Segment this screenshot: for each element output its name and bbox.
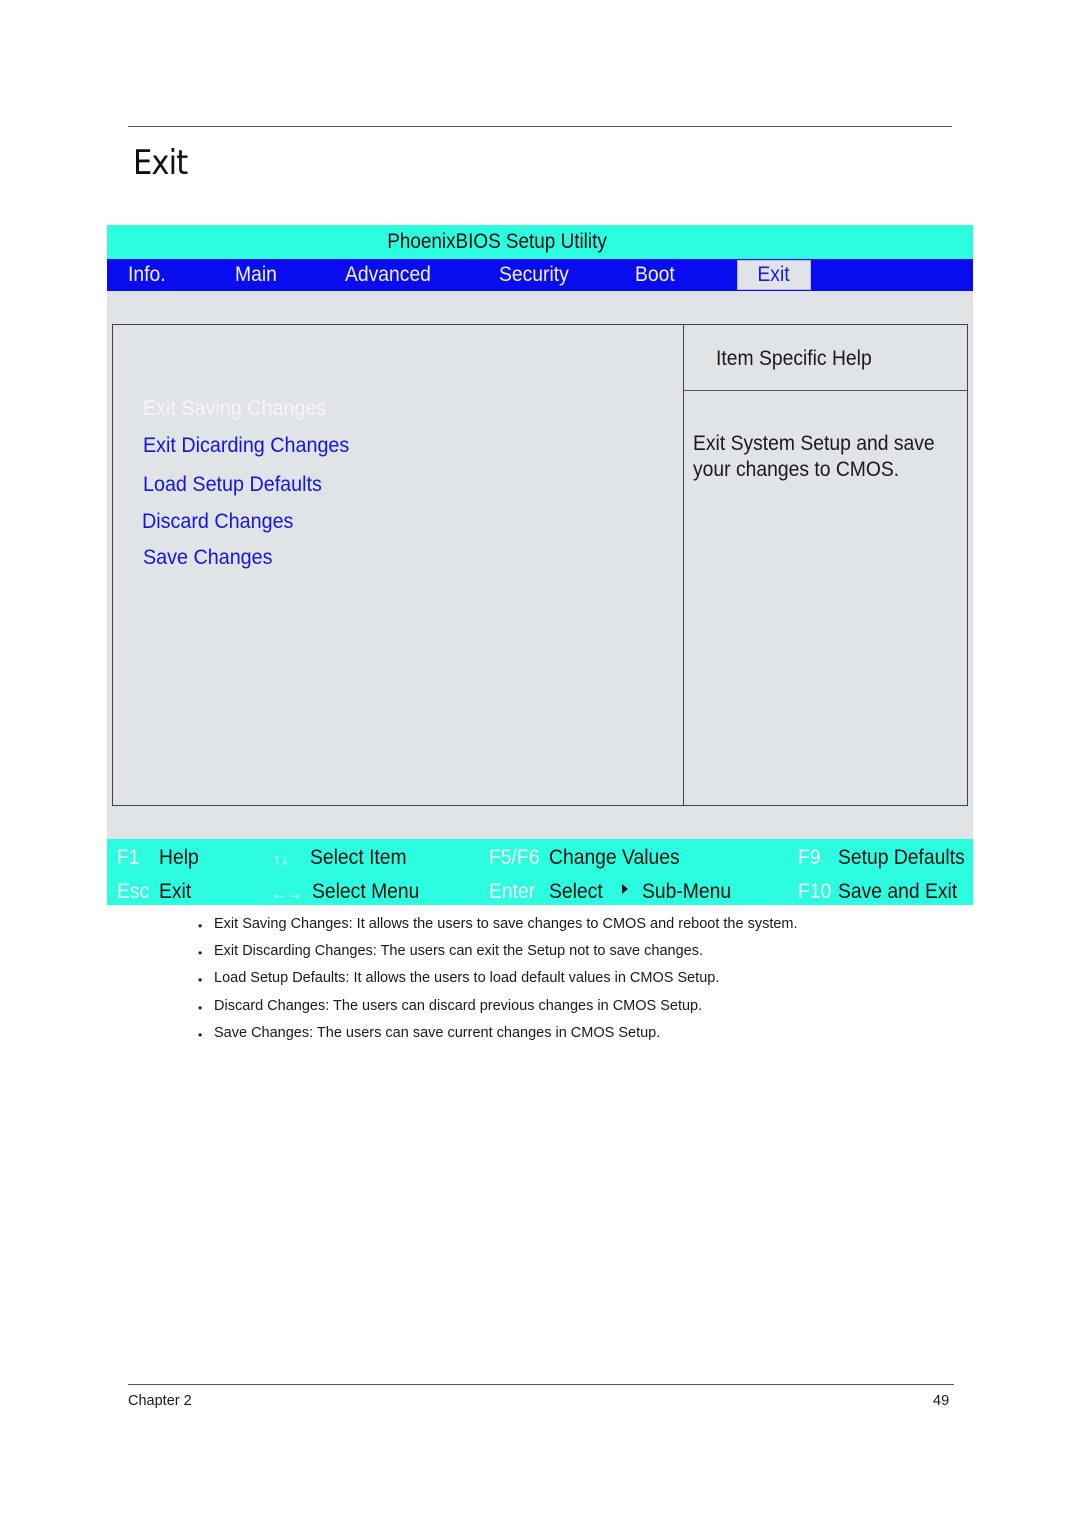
key-f1: F1 (117, 846, 140, 869)
bullet-icon: • (198, 946, 203, 961)
list-item: • Load Setup Defaults: It allows the user… (198, 970, 798, 997)
tab-info[interactable]: Info. (128, 263, 166, 287)
list-item: • Save Changes: The users can save curren… (198, 1025, 798, 1052)
tab-exit[interactable]: Exit (737, 260, 811, 290)
key-esc: Esc (117, 880, 150, 903)
header-rule (128, 126, 952, 127)
submenu-triangle-icon (622, 884, 628, 894)
tab-label: Boot (635, 263, 675, 286)
tab-advanced[interactable]: Advanced (345, 263, 431, 287)
tab-security[interactable]: Security (499, 263, 569, 287)
bullet-icon: • (198, 919, 203, 933)
footer-rule (128, 1384, 954, 1385)
menu-item-discard-changes[interactable]: Discard Changes (142, 510, 293, 534)
menu-item-load-setup-defaults[interactable]: Load Setup Defaults (143, 473, 322, 497)
list-item: • Exit Saving Changes: It allows the user… (198, 916, 798, 943)
bios-title-bar: PhoenixBIOS Setup Utility (107, 225, 973, 259)
tab-main[interactable]: Main (235, 263, 277, 287)
key-enter-extra: Sub-Menu (642, 880, 732, 903)
list-item-text: Exit Saving Changes: It allows the users… (214, 916, 798, 932)
help-title: Item Specific Help (716, 347, 872, 370)
list-item-text: Discard Changes: The users can discard p… (214, 997, 703, 1014)
tab-label: Main (235, 263, 277, 286)
key-esc-desc: Exit (159, 880, 192, 903)
key-f9-desc: Setup Defaults (838, 846, 965, 869)
key-f10: F10 (798, 880, 832, 903)
menu-item-exit-discarding-changes[interactable]: Exit Dicarding Changes (143, 434, 349, 458)
description-list: • Exit Saving Changes: It allows the user… (198, 916, 798, 1052)
tab-boot[interactable]: Boot (635, 263, 675, 287)
list-item: • Exit Discarding Changes: The users can … (198, 943, 798, 970)
left-right-arrows-icon: ←→ (271, 884, 303, 903)
key-f1-desc: Help (159, 846, 199, 869)
tab-label: Security (499, 263, 569, 286)
help-header-divider (684, 390, 967, 391)
key-f5f6-desc: Change Values (549, 846, 680, 869)
help-text: Exit System Setup and save your changes … (693, 432, 935, 481)
up-down-arrows-icon: ↑↓ (273, 850, 289, 869)
tab-label: Info. (128, 263, 166, 286)
panel-divider (683, 325, 684, 805)
list-item-text: Exit Discarding Changes: The users can e… (214, 943, 703, 960)
key-f5f6: F5/F6 (489, 846, 540, 869)
footer-chapter: Chapter 2 (128, 1393, 192, 1409)
menu-item-save-changes[interactable]: Save Changes (143, 546, 272, 570)
bullet-icon: • (198, 1027, 203, 1042)
list-item: • Discard Changes: The users can discard … (198, 998, 798, 1025)
bios-main-panel: Item Specific Help Exit System Setup and… (112, 324, 968, 806)
key-leftright-desc: Select Menu (312, 880, 420, 903)
bullet-icon: • (198, 973, 203, 988)
tab-label: Exit (757, 263, 791, 286)
menu-item-exit-saving-changes[interactable]: Exit Saving Changes (143, 397, 326, 421)
key-f10-desc: Save and Exit (838, 880, 958, 903)
bios-menu-bar: Info. Main Advanced Security Boot Exit (107, 259, 973, 291)
key-enter: Enter (489, 880, 536, 903)
bullet-icon: • (198, 1000, 203, 1015)
tab-label: Advanced (345, 263, 431, 286)
list-item-text: Load Setup Defaults: It allows the users… (214, 970, 720, 987)
key-enter-desc: Select (549, 880, 603, 903)
bios-key-legend: F1 Help ↑↓ Select Item F5/F6 Change Valu… (107, 839, 973, 905)
key-f9: F9 (798, 846, 821, 869)
list-item-text: Save Changes: The users can save current… (214, 1024, 661, 1041)
key-updown-desc: Select Item (310, 846, 407, 869)
page-title: Exit (133, 143, 188, 183)
footer-page-number: 49 (933, 1393, 950, 1409)
bios-title: PhoenixBIOS Setup Utility (387, 230, 607, 253)
bios-screenshot: PhoenixBIOS Setup Utility Info. Main Adv… (107, 225, 973, 905)
